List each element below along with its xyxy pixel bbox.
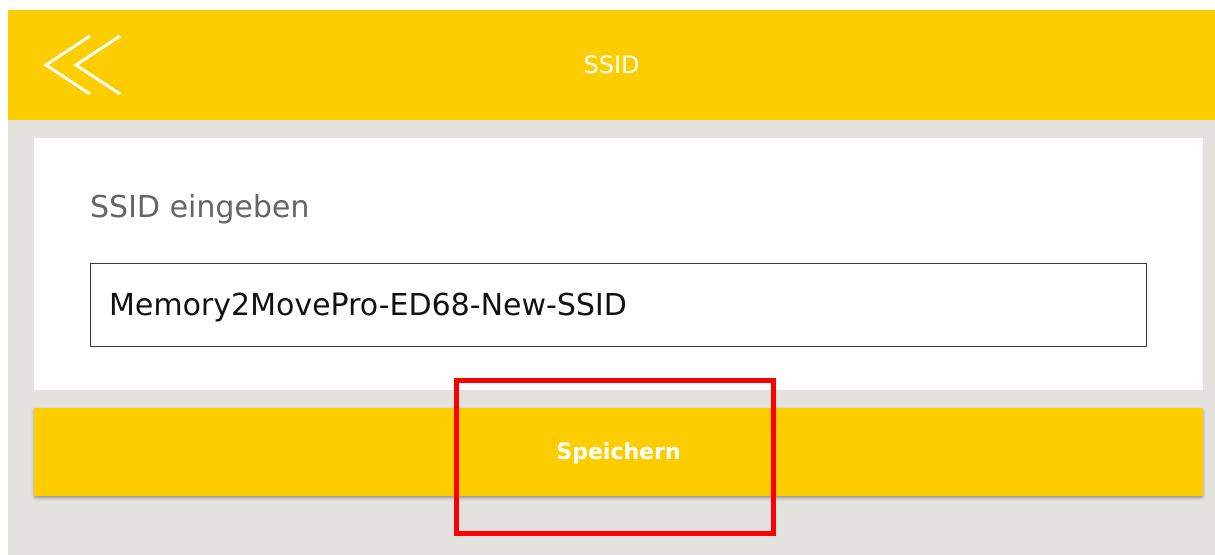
ssid-field-label: SSID eingeben	[90, 190, 310, 225]
save-button[interactable]: Speichern	[34, 408, 1203, 496]
ssid-input[interactable]	[90, 263, 1147, 347]
top-bar: SSID	[8, 10, 1215, 120]
page-title: SSID	[583, 51, 640, 79]
app-screen: SSID SSID eingeben Speichern	[8, 10, 1215, 555]
ssid-form-card: SSID eingeben	[34, 138, 1203, 390]
